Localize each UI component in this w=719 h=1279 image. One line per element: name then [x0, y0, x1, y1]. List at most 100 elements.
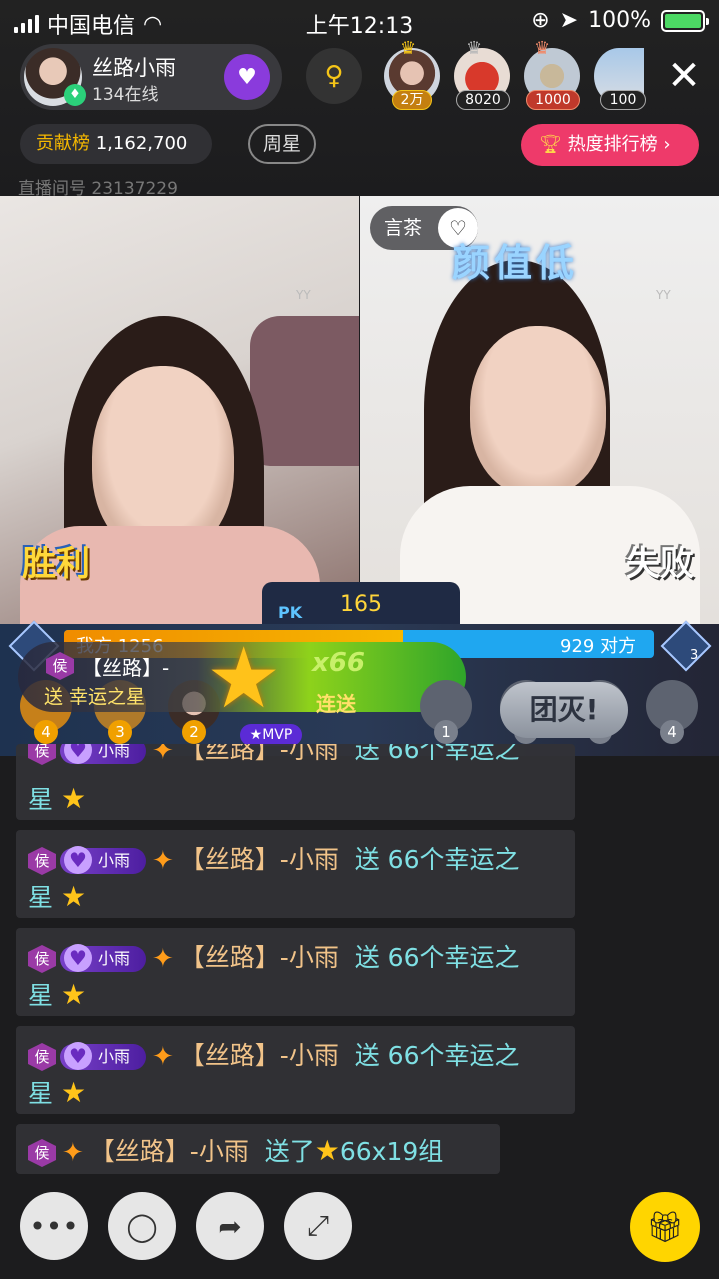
lucky-star-icon: ★ [314, 1134, 340, 1167]
chat-line: 侯小雨✦【丝路】-小雨 送 66个幸运之 [28, 744, 520, 766]
chat-message[interactable]: 侯小雨✦【丝路】-小雨 送 66个幸运之 星 ★ [16, 744, 575, 820]
lucky-star-icon: ★ [60, 880, 87, 913]
winged-heart-icon: ♥ [237, 64, 257, 90]
sofa-shape [250, 316, 359, 466]
seat-number: 4 [34, 720, 58, 744]
close-icon: ✕ [667, 53, 701, 99]
lucky-star-icon: ★ [60, 782, 87, 815]
mvp-badge: ★MVP [240, 724, 302, 746]
chat-user: 【丝路】-小雨 [179, 744, 339, 764]
chat-user: 【丝路】-小雨 [89, 1137, 249, 1166]
trophy-icon: 🏆︎ [539, 134, 562, 155]
watermark: YY [296, 288, 311, 302]
fan-badge: 小雨 [60, 744, 146, 764]
chat-message[interactable]: 侯 ✦ 【丝路】-小雨 送了★66x19组 [16, 1124, 500, 1174]
chat-line: 侯小雨✦【丝路】-小雨 送 66个幸运之 [28, 1036, 520, 1072]
noble-badge-icon: 侯 [46, 652, 74, 680]
chat-action-tail: 星 [28, 785, 54, 814]
right-rank-level: 3 [690, 648, 699, 663]
link-mic-button[interactable]: ♀ [306, 48, 362, 104]
chat-user: 【丝路】-小雨 [179, 845, 339, 874]
medal-icon: ✦ [152, 846, 174, 876]
seat-number: 4 [660, 720, 684, 744]
chevron-right-icon: › [663, 134, 671, 155]
comment-button[interactable]: ◯ [108, 1192, 176, 1260]
gift-count: x66 [312, 648, 365, 678]
pk-score-pill: PK 165 [262, 582, 460, 628]
expand-icon: ⤢ [306, 1209, 330, 1242]
noble-badge-icon: 侯 [28, 744, 56, 765]
chat-line: 侯 ✦ 【丝路】-小雨 送了★66x19组 [28, 1132, 443, 1168]
chat-user: 【丝路】-小雨 [179, 1041, 339, 1070]
status-bar: 中国电信 ◠ 上午12:13 ⊕ ➤ 100% [0, 0, 719, 40]
fan-badge: 小雨 [60, 1042, 146, 1070]
chat-action-tail: 星 [28, 981, 54, 1010]
chat-action: 送 66个幸运之 [354, 744, 520, 764]
opponent-score: 929 对方 [560, 636, 637, 657]
chat-message[interactable]: 侯小雨✦【丝路】-小雨 送 66个幸运之 星 ★ [16, 1026, 575, 1114]
chat-action-tail: 星 [28, 883, 54, 912]
mic-user-icon: ♀ [324, 61, 344, 91]
contribution-rank-button[interactable]: 贡献榜 1,162,700 [20, 124, 212, 164]
chat-line: 星 ★ [28, 1074, 86, 1110]
share-button[interactable]: ➦ [196, 1192, 264, 1260]
lucky-star-icon: ★ [60, 1076, 87, 1109]
watermark: YY [656, 288, 671, 302]
pk-score: 165 [340, 592, 382, 617]
right-seat-1[interactable]: 1 [420, 680, 472, 744]
fan-badge: 小雨 [60, 944, 146, 972]
battery-percent: 100% [588, 8, 651, 33]
noble-badge-icon: 侯 [28, 847, 56, 875]
chat-gift-amount: 66x19组 [339, 1137, 444, 1166]
crown-icon: ♛ [400, 38, 417, 59]
chat-line: 星 ★ [28, 780, 86, 816]
hot-rank-label: 热度排行榜 [567, 134, 658, 155]
gift-banner-user: 【丝路】- [82, 656, 170, 680]
chat-line: 侯小雨✦【丝路】-小雨 送 66个幸运之 [28, 840, 520, 876]
chat-action-tail: 星 [28, 1079, 54, 1108]
seat-number: 1 [434, 720, 458, 744]
online-count: 134在线 [92, 85, 159, 105]
viewer-badge: 100 [600, 90, 646, 110]
seat-number: 3 [108, 720, 132, 744]
gift-box-icon: 🎁︎ [645, 1209, 685, 1245]
orientation-lock-icon: ⊕ [531, 8, 550, 33]
battery-icon [661, 9, 709, 32]
more-dots-icon: ••• [29, 1209, 79, 1243]
follow-heart-button[interactable]: ♥ [224, 54, 270, 100]
hot-rank-button[interactable]: 🏆︎ 热度排行榜 › [521, 124, 699, 166]
face-shape [470, 326, 606, 496]
lucky-star-icon: ★ [60, 978, 87, 1011]
wipeout-badge: 团灭! [500, 682, 628, 738]
location-icon: ➤ [559, 8, 579, 33]
chat-line: 星 ★ [28, 976, 86, 1012]
gift-button[interactable]: 🎁︎ [630, 1192, 700, 1262]
medal-icon: ✦ [152, 1042, 174, 1072]
more-button[interactable]: ••• [20, 1192, 88, 1260]
viewer-badge: 1000 [526, 90, 580, 110]
host-card[interactable]: ♦ 丝路小雨 134在线 ♥ [20, 44, 282, 110]
seat-number: 2 [182, 720, 206, 744]
chat-bubble-icon: ◯ [126, 1209, 158, 1243]
chat-action: 送了 [264, 1137, 315, 1166]
medal-icon: ✦ [62, 1138, 84, 1168]
right-seat-4[interactable]: 4 [646, 680, 698, 744]
chat-line: 星 ★ [28, 878, 86, 914]
gift-combo: 连送 [316, 692, 356, 716]
fan-badge: 小雨 [60, 846, 146, 874]
chat-message[interactable]: 侯小雨✦【丝路】-小雨 送 66个幸运之 星 ★ [16, 928, 575, 1016]
contribution-label: 贡献榜 [36, 133, 90, 154]
chat-user: 【丝路】-小雨 [179, 943, 339, 972]
close-button[interactable]: ✕ [664, 56, 704, 96]
viewer-badge: 8020 [456, 90, 510, 110]
chat-action: 送 66个幸运之 [354, 845, 520, 874]
crown-icon: ♛ [466, 38, 483, 59]
viewer-badge: 2万 [392, 90, 432, 110]
week-star-button[interactable]: 周星 [248, 124, 316, 164]
chat-message[interactable]: 侯小雨✦【丝路】-小雨 送 66个幸运之 星 ★ [16, 830, 575, 918]
opponent-name: 言茶 [384, 217, 423, 239]
noble-badge-icon: 侯 [28, 1043, 56, 1071]
medal-icon: ✦ [152, 944, 174, 974]
fullscreen-button[interactable]: ⤢ [284, 1192, 352, 1260]
victory-label: 胜利 [22, 544, 90, 584]
